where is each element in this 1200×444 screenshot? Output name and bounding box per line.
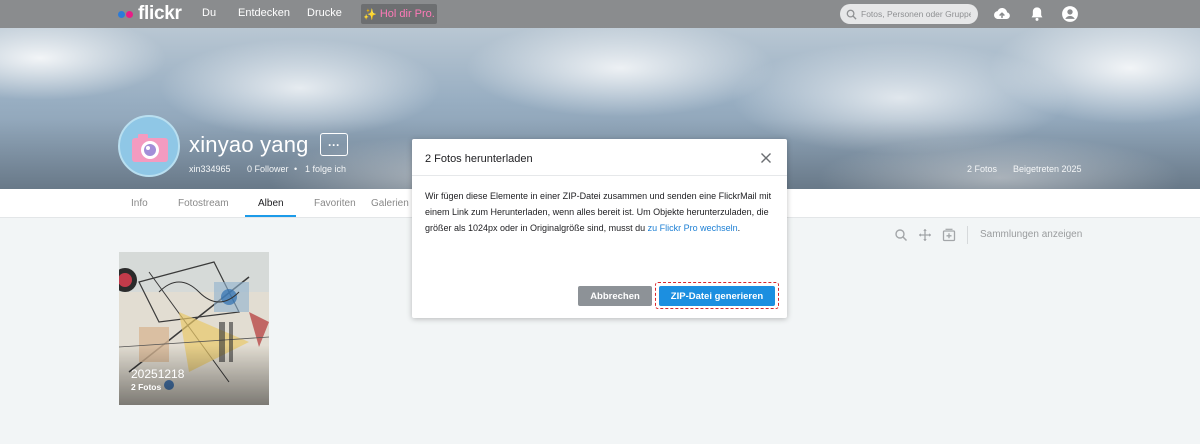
logo-blue-dot — [118, 10, 125, 18]
upgrade-pro-link[interactable]: zu Flickr Pro wechseln — [648, 223, 738, 233]
search-input[interactable] — [861, 9, 971, 19]
album-card[interactable]: 20251218 2 Fotos — [119, 252, 269, 405]
avatar[interactable] — [118, 115, 180, 177]
cloud-upload-icon[interactable] — [992, 4, 1012, 24]
get-pro-label: Hol dir Pro. — [379, 8, 435, 20]
notification-bell-icon[interactable] — [1027, 4, 1047, 24]
arrange-move-icon[interactable] — [918, 228, 932, 242]
dialog-title: 2 Fotos herunterladen — [425, 153, 533, 165]
following-link[interactable]: 1 folge ich — [305, 164, 346, 174]
close-icon[interactable] — [759, 151, 773, 165]
tab-alben[interactable]: Alben — [258, 198, 284, 209]
show-collections-link[interactable]: Sammlungen anzeigen — [980, 229, 1082, 240]
search-icon[interactable] — [894, 228, 908, 242]
tab-galerien[interactable]: Galerien — [371, 198, 409, 209]
search-box[interactable] — [840, 4, 978, 24]
tab-fotostream[interactable]: Fotostream — [178, 198, 229, 209]
cancel-button[interactable]: Abbrechen — [578, 286, 652, 306]
album-photo-count: 2 Fotos — [131, 382, 162, 392]
toolbar-divider — [967, 226, 968, 244]
logo-text: flickr — [138, 3, 182, 24]
stat-separator: • — [294, 164, 298, 174]
logo-pink-dot — [126, 10, 133, 18]
profile-handle: xin334965 — [189, 164, 231, 174]
get-pro-button[interactable]: ✨ Hol dir Pro. — [361, 4, 437, 24]
download-dialog: 2 Fotos herunterladen Wir fügen diese El… — [412, 139, 787, 318]
dialog-divider — [412, 175, 787, 176]
dialog-message: Wir fügen diese Elemente in einer ZIP-Da… — [425, 188, 777, 236]
sparkle-icon: ✨ — [363, 8, 377, 21]
nav-link-du[interactable]: Du — [202, 7, 216, 19]
tab-info[interactable]: Info — [131, 198, 148, 209]
generate-zip-button[interactable]: ZIP-Datei generieren — [659, 286, 775, 306]
create-album-icon[interactable] — [942, 228, 956, 242]
top-navigation-bar: flickr Du Entdecken Drucke ✨ Hol dir Pro… — [0, 0, 1200, 28]
flickr-logo[interactable]: flickr — [118, 3, 182, 24]
photos-count: 2 Fotos — [967, 164, 998, 174]
active-tab-indicator — [245, 215, 296, 217]
more-options-button[interactable]: ··· — [320, 133, 348, 156]
nav-link-drucke[interactable]: Drucke — [307, 7, 342, 19]
tab-favoriten[interactable]: Favoriten — [314, 198, 356, 209]
album-title: 20251218 — [131, 367, 185, 381]
nav-link-entdecken[interactable]: Entdecken — [238, 7, 290, 19]
dialog-message-end: . — [737, 223, 741, 233]
followers-link[interactable]: 0 Follower — [247, 164, 289, 174]
search-icon — [846, 9, 857, 20]
user-account-icon[interactable] — [1060, 4, 1080, 24]
profile-name: xinyao yang — [189, 132, 309, 157]
joined-date: Beigetreten 2025 — [1013, 164, 1082, 174]
